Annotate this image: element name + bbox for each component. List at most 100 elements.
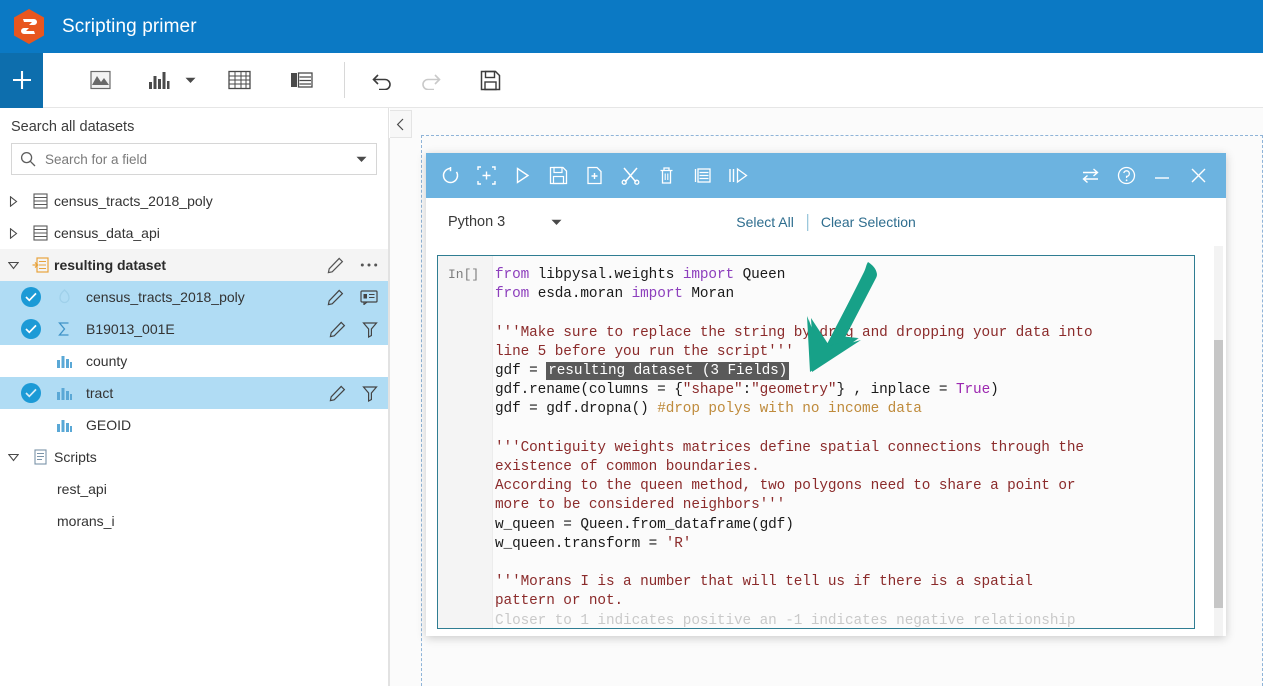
code-content[interactable]: from libpysal.weights import Queen from … [495,266,1192,628]
toolbar-divider [344,62,345,98]
map-icon[interactable] [78,53,122,108]
title-bar: Scripting primer [0,0,1263,53]
code-cell[interactable]: In[] from libpysal.weights import Queen … [437,255,1195,629]
row-actions [329,313,378,345]
tree-item-label: tract [86,385,114,401]
tree-field-county[interactable]: county [0,345,388,377]
restart-kernel-icon[interactable] [432,153,468,198]
tree-field-tract[interactable]: tract [0,377,388,409]
tree-field-census-tracts-2018-poly[interactable]: census_tracts_2018_poly [0,281,388,313]
minimize-icon[interactable] [1144,153,1180,198]
geometry-field-icon [50,289,78,305]
app-title: Scripting primer [62,15,197,37]
console-subbar: Python 3 Select All Clear Selection [426,198,1226,246]
highlighted-dataset-token[interactable]: resulting dataset (3 Fields) [546,362,790,381]
console-toolbar [426,153,1226,198]
dataset-table-icon [26,193,54,209]
dataset-table-icon [26,225,54,241]
tree-item-label: B19013_001E [86,321,175,337]
dataset-tree: census_tracts_2018_poly census_data_api [0,185,388,537]
row-actions [327,249,378,281]
main-toolbar [0,52,1263,108]
tree-item-morans-i[interactable]: morans_i [0,505,388,537]
pencil-icon[interactable] [327,257,344,274]
unchecked-placeholder[interactable] [21,351,41,371]
selection-links: Select All Clear Selection [736,213,916,231]
search-field-box[interactable] [11,143,377,175]
help-icon[interactable] [1108,153,1144,198]
undo-icon[interactable] [361,53,405,108]
save-notebook-icon[interactable] [540,153,576,198]
table-icon[interactable] [217,53,261,108]
tree-item-label: census_tracts_2018_poly [86,289,245,305]
tree-item-label: census_tracts_2018_poly [54,193,213,209]
chart-dropdown-caret[interactable] [181,53,199,108]
ellipsis-icon[interactable] [360,262,378,268]
select-all-link[interactable]: Select All [736,214,794,230]
caret-down-icon[interactable] [551,219,562,226]
caret-down-icon[interactable] [346,156,376,163]
cut-icon[interactable] [612,153,648,198]
new-cell-icon[interactable] [576,153,612,198]
collapse-panel-button[interactable] [390,110,412,138]
string-field-icon [50,418,78,433]
tree-item-scripts[interactable]: Scripts [0,441,388,473]
pencil-icon[interactable] [329,385,346,402]
application-window: Scripting primer Search all datasets Sea… [0,0,1263,686]
arcgis-insights-hex-logo [12,8,46,45]
pencil-icon[interactable] [327,289,344,306]
chevron-right-icon[interactable] [0,195,26,207]
run-all-icon[interactable] [720,153,756,198]
chevron-down-icon[interactable] [0,453,26,462]
redo-icon [408,53,452,108]
row-actions [327,281,378,313]
tree-item-census-data-api[interactable]: census_data_api [0,217,388,249]
datasets-panel: Search all datasets Search for a field c… [0,108,389,686]
tree-item-resulting-dataset[interactable]: resulting dataset [0,249,388,281]
checked-icon[interactable] [21,287,41,307]
tree-item-label: morans_i [57,513,115,529]
tree-field-b19013-001e[interactable]: B19013_001E [0,313,388,345]
panel-heading: Search all datasets [11,119,135,135]
search-icon [12,151,43,167]
delete-icon[interactable] [648,153,684,198]
checked-icon[interactable] [21,319,41,339]
tree-item-label: GEOID [86,417,132,433]
row-actions [329,377,378,409]
code-scrollbar-thumb[interactable] [1214,340,1223,608]
tree-item-label: rest_api [57,481,107,497]
cell-gutter [438,256,493,628]
select-cell-icon[interactable] [468,153,504,198]
tree-item-census-tracts-2018-poly[interactable]: census_tracts_2018_poly [0,185,388,217]
tree-field-geoid[interactable]: GEOID [0,409,388,441]
chart-icon[interactable] [137,53,181,108]
string-field-icon [50,386,78,401]
cards-icon[interactable] [279,53,323,108]
run-icon[interactable] [504,153,540,198]
tree-item-label: resulting dataset [54,257,167,273]
add-card-button[interactable] [0,52,43,108]
scripts-icon [26,449,54,465]
cell-prompt: In[] [448,267,480,282]
clear-selection-link[interactable]: Clear Selection [821,214,916,230]
info-card-icon[interactable] [360,289,378,305]
sync-icon[interactable] [1072,153,1108,198]
result-dataset-icon [26,257,54,273]
console-body: In[] from libpysal.weights import Queen … [426,246,1226,636]
tree-item-rest-api[interactable]: rest_api [0,473,388,505]
pencil-icon[interactable] [329,321,346,338]
filter-icon[interactable] [362,321,378,338]
kernel-name: Python 3 [448,214,506,230]
checked-icon[interactable] [21,383,41,403]
chevron-down-icon[interactable] [0,261,26,270]
tree-item-label: census_data_api [54,225,160,241]
search-input[interactable] [43,150,346,168]
close-icon[interactable] [1180,153,1216,198]
merge-cells-icon[interactable] [684,153,720,198]
kernel-selector[interactable]: Python 3 [448,214,562,230]
sigma-field-icon [50,321,78,337]
save-icon[interactable] [468,53,512,108]
chevron-right-icon[interactable] [0,227,26,239]
unchecked-placeholder[interactable] [21,415,41,435]
filter-icon[interactable] [362,385,378,402]
